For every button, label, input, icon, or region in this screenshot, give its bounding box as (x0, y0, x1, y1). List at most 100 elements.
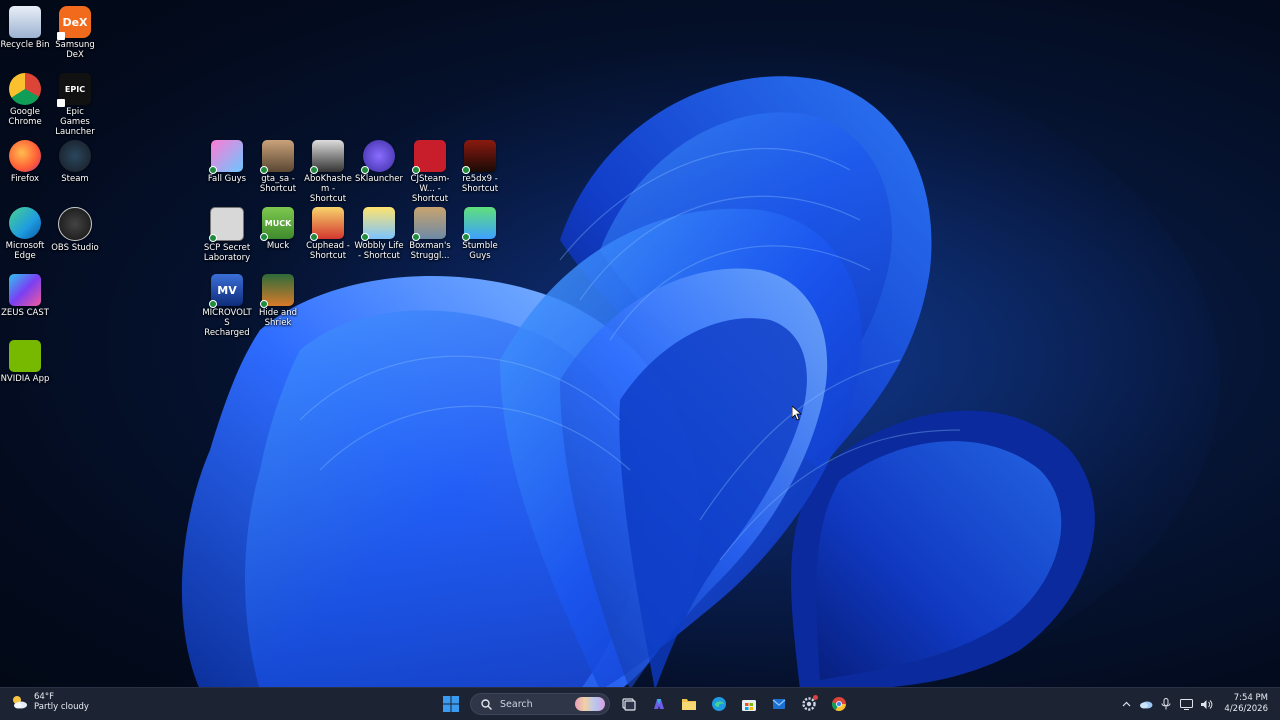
file-explorer-icon (682, 699, 696, 710)
desktop-icon[interactable]: Cuphead - Shortcut (303, 201, 353, 261)
desktop-icon[interactable]: Stumble Guys (455, 201, 505, 261)
icon-badge-text: MUCK (264, 218, 292, 228)
taskbar-copilot-button[interactable] (646, 691, 672, 717)
copilot-icon (654, 699, 664, 709)
taskbar-store-button[interactable] (736, 691, 762, 717)
desktop-icon[interactable]: OBS Studio (50, 201, 100, 253)
desktop-icon[interactable]: CJSteam-W... - Shortcut (405, 134, 455, 204)
taskbar-search-box[interactable]: Search (470, 693, 610, 715)
desktop-icon[interactable]: Boxman's Struggl... (405, 201, 455, 261)
gta-sa-icon (260, 140, 294, 174)
desktop-icon[interactable]: SKlauncher (354, 134, 404, 184)
desktop-icon-label: Wobbly Life - Shortcut (354, 241, 404, 261)
desktop-icon-label: Cuphead - Shortcut (306, 241, 350, 261)
taskbar-clock[interactable]: 7:54 PM 4/26/2026 (1224, 693, 1268, 715)
boxman-icon (412, 207, 446, 241)
sync-check-icon (412, 166, 420, 174)
desktop-icon-label: AboKhashem - Shortcut (304, 174, 352, 204)
cjsteam-icon (412, 140, 446, 174)
sklauncher-icon (361, 140, 395, 174)
wobbly-life-icon (361, 207, 395, 241)
shortcut-arrow-icon (57, 32, 65, 40)
icon-badge-text: DeX (62, 15, 88, 29)
sync-check-icon (260, 166, 268, 174)
taskbar-settings-button[interactable] (796, 691, 822, 717)
desktop-icon[interactable]: ZEUS CAST (0, 268, 50, 318)
desktop-icon[interactable]: Firefox (0, 134, 50, 184)
firefox-icon (9, 140, 41, 172)
sync-check-icon (209, 300, 217, 308)
abokhashem-icon (310, 140, 344, 174)
desktop-icon-label: OBS Studio (51, 243, 99, 253)
chrome-icon (831, 697, 846, 711)
re5-icon (462, 140, 496, 174)
desktop-icon[interactable]: MV MICROVOLTS Recharged (202, 268, 252, 338)
steam-icon (59, 140, 91, 172)
desktop-icon-label: Samsung DeX (55, 40, 95, 60)
recycle-bin-icon (9, 6, 41, 38)
system-tray: 7:54 PM 4/26/2026 (1116, 688, 1280, 720)
microsoft-store-icon (742, 700, 756, 711)
sync-check-icon (260, 233, 268, 241)
taskbar-edge-button[interactable] (706, 691, 732, 717)
sync-check-icon (462, 233, 470, 241)
taskbar-apps: Search (438, 691, 852, 717)
desktop-icon[interactable]: Wobbly Life - Shortcut (354, 201, 404, 261)
clock-date: 4/26/2026 (1224, 704, 1268, 714)
mouse-cursor-icon (791, 405, 803, 425)
desktop-icon[interactable]: EPIC Epic Games Launcher (50, 67, 100, 137)
sync-check-icon (260, 300, 268, 308)
start-button[interactable] (438, 691, 464, 717)
desktop-icon[interactable]: Steam (50, 134, 100, 184)
hide-and-shriek-icon (260, 274, 294, 308)
desktop-icon[interactable]: Hide and Shriek (253, 268, 303, 328)
fall-guys-icon (209, 140, 243, 174)
taskbar-file-explorer-button[interactable] (676, 691, 702, 717)
desktop-icon[interactable]: AboKhashem - Shortcut (303, 134, 353, 204)
edge-icon (712, 697, 726, 711)
shortcut-arrow-icon (57, 99, 65, 107)
show-hidden-icons-chevron-icon[interactable] (1116, 694, 1136, 714)
taskbar-chrome-button[interactable] (826, 691, 852, 717)
chrome-icon (9, 73, 41, 105)
icon-badge-text: MV (217, 283, 237, 297)
weather-condition: Partly cloudy (34, 702, 89, 712)
volume-icon[interactable] (1196, 694, 1216, 714)
icon-badge-text: EPIC (64, 84, 86, 94)
desktop-icon-label: NVIDIA App (0, 374, 50, 384)
taskbar: 64°F Partly cloudy Search 7:54 PM 4/26/2… (0, 687, 1280, 720)
sync-check-icon (462, 166, 470, 174)
desktop-icon[interactable]: Recycle Bin (0, 0, 50, 50)
desktop-icon-label: ZEUS CAST (1, 308, 49, 318)
desktop-icon[interactable]: Microsoft Edge (0, 201, 50, 261)
desktop-icon[interactable]: re5dx9 - Shortcut (455, 134, 505, 194)
desktop-icon[interactable]: SCP Secret Laboratory (202, 201, 252, 263)
desktop-icon-label: gta_sa - Shortcut (259, 174, 297, 194)
onedrive-icon[interactable] (1136, 694, 1156, 714)
search-label: Search (500, 698, 533, 710)
search-icon (481, 698, 492, 710)
nvidia-icon (9, 340, 41, 372)
samsung-dex-icon: DeX (57, 6, 91, 40)
desktop-icon-label: CJSteam-W... - Shortcut (410, 174, 450, 204)
microphone-icon[interactable] (1156, 694, 1176, 714)
muck-icon: MUCK (260, 207, 294, 241)
desktop-icon-label: Firefox (10, 174, 40, 184)
desktop-icon[interactable]: MUCK Muck (253, 201, 303, 251)
scp-icon (209, 207, 244, 242)
desktop-icon[interactable]: NVIDIA App (0, 334, 50, 384)
task-view-button[interactable] (616, 691, 642, 717)
epic-games-icon: EPIC (57, 73, 91, 107)
desktop-icon-label: Google Chrome (8, 107, 42, 127)
search-highlight-icon (575, 697, 605, 711)
desktop-icon[interactable]: DeX Samsung DeX (50, 0, 100, 60)
display-icon[interactable] (1176, 694, 1196, 714)
desktop-icon[interactable]: gta_sa - Shortcut (253, 134, 303, 194)
edge-icon (9, 207, 41, 239)
desktop-icon[interactable]: Fall Guys (202, 134, 252, 184)
sync-check-icon (412, 233, 420, 241)
taskbar-outlook-button[interactable] (766, 691, 792, 717)
weather-widget[interactable]: 64°F Partly cloudy (10, 692, 89, 712)
desktop-icon[interactable]: Google Chrome (0, 67, 50, 127)
desktop-icon-label: Epic Games Launcher (55, 107, 95, 137)
